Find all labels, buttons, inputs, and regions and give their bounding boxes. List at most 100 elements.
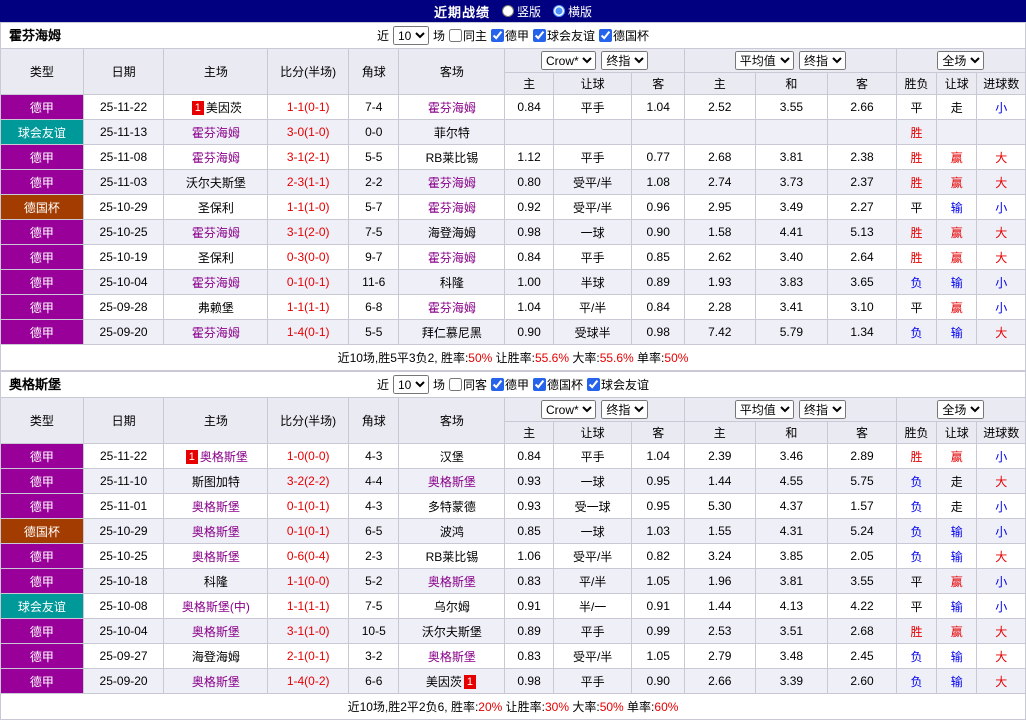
team-link: 霍芬海姆 xyxy=(427,300,476,315)
result-handicap: 赢 xyxy=(936,568,978,594)
league-checkbox[interactable] xyxy=(533,29,547,42)
odds-home: 1.00 xyxy=(504,269,554,295)
result-handicap: 赢 xyxy=(936,618,978,644)
league-filter[interactable]: 德甲 xyxy=(491,376,529,393)
match-score: 1-1(0-1) xyxy=(267,94,350,120)
league-checkbox[interactable] xyxy=(587,378,601,391)
match-row: 德甲 25-10-25 奥格斯堡 0-6(0-4) 2-3 RB莱比锡 1.06 受平/半 0.… xyxy=(0,543,1026,569)
match-count-select[interactable]: 10 xyxy=(392,26,429,45)
odds-stage-select[interactable]: 终指 xyxy=(601,51,649,70)
home-team: 科隆 xyxy=(163,568,269,594)
result-handicap: 输 xyxy=(936,543,978,569)
odds-home: 0.89 xyxy=(504,618,554,644)
avg-draw xyxy=(754,119,829,145)
team-header-row: 奥格斯堡 近 10 场 同客 德甲 德国杯 球会友谊 xyxy=(0,371,1026,397)
team-link: 奥格斯堡 xyxy=(191,499,240,514)
same-venue-filter[interactable]: 同主 xyxy=(448,27,487,44)
same-venue-filter[interactable]: 同客 xyxy=(448,376,487,393)
odds-home: 0.84 xyxy=(504,244,554,270)
league-checkbox[interactable] xyxy=(491,29,504,42)
odds-handicap: 受平/半 xyxy=(552,194,633,220)
league-filter[interactable]: 球会友谊 xyxy=(587,376,649,393)
league-filter[interactable]: 德国杯 xyxy=(599,27,649,44)
league-checkbox[interactable] xyxy=(599,29,613,42)
horizontal-layout-radio[interactable] xyxy=(553,5,565,17)
col-odds-handicap: 让球 xyxy=(552,72,633,95)
league-filter[interactable]: 德甲 xyxy=(491,27,529,44)
avg-home: 3.24 xyxy=(683,543,756,569)
corner-score: 9-7 xyxy=(348,244,400,270)
col-avg-home: 主 xyxy=(683,72,756,95)
layout-option-horizontal[interactable]: 横版 xyxy=(553,3,592,20)
match-row: 德国杯 25-10-29 奥格斯堡 0-1(0-1) 6-5 波鸿 0.85 一球 1.03 1.… xyxy=(0,518,1026,544)
summary-stat-label: 大率: xyxy=(572,700,600,714)
avg-away: 2.60 xyxy=(827,668,897,694)
col-avg-home: 主 xyxy=(683,421,756,444)
league-checkbox[interactable] xyxy=(491,378,504,391)
match-row: 德甲 25-11-01 奥格斯堡 0-1(0-1) 4-3 多特蒙德 0.93 受一球 0.95… xyxy=(0,493,1026,519)
result-goals: 小 xyxy=(976,443,1026,469)
home-team: 霍芬海姆 xyxy=(163,144,269,170)
result-handicap: 输 xyxy=(936,518,978,544)
result-goals: 大 xyxy=(976,169,1026,195)
odds-away: 0.95 xyxy=(631,468,685,494)
summary-stat-value: 50% xyxy=(599,700,628,714)
odds-home: 0.85 xyxy=(504,518,554,544)
avg-stage-select[interactable]: 终指 xyxy=(799,51,847,70)
league-filter[interactable]: 德国杯 xyxy=(533,376,583,393)
same-venue-checkbox[interactable] xyxy=(448,29,462,42)
avg-home: 2.79 xyxy=(683,643,756,669)
team-link: 拜仁慕尼黑 xyxy=(421,325,482,340)
odds-away: 0.82 xyxy=(631,543,685,569)
col-result-wl: 胜负 xyxy=(895,421,938,444)
away-team: 霍芬海姆 xyxy=(398,294,506,320)
summary-record: 近10场,胜2平2负6, xyxy=(347,700,451,714)
match-score: 1-1(1-1) xyxy=(267,593,350,619)
away-team: 奥格斯堡 xyxy=(398,643,506,669)
avg-source-select[interactable]: 平均值 xyxy=(734,400,794,419)
result-handicap: 输 xyxy=(936,668,978,694)
team-link: 美因茨 xyxy=(205,100,242,115)
col-result-goals: 进球数 xyxy=(976,72,1026,95)
sections-root: 霍芬海姆 近 10 场 同主 德甲 球会友谊 德国杯 类型 日期 主场 比分(半… xyxy=(0,22,1026,720)
league-filter[interactable]: 球会友谊 xyxy=(533,27,595,44)
col-avg-draw: 和 xyxy=(754,421,829,444)
avg-away: 5.24 xyxy=(827,518,897,544)
bookmaker-select[interactable]: Crow* xyxy=(541,51,596,70)
vertical-layout-radio[interactable] xyxy=(501,5,514,17)
league-type: 德甲 xyxy=(0,319,84,345)
result-goals: 小 xyxy=(976,194,1026,220)
odds-handicap: 一球 xyxy=(552,468,633,494)
same-venue-checkbox[interactable] xyxy=(448,378,462,391)
league-checkbox[interactable] xyxy=(533,378,547,391)
odds-handicap: 平/半 xyxy=(552,294,633,320)
corner-score: 7-5 xyxy=(348,219,400,245)
match-score: 1-1(1-0) xyxy=(267,194,350,220)
avg-stage-select[interactable]: 终指 xyxy=(799,400,847,419)
avg-away: 2.66 xyxy=(827,94,897,120)
league-filter-label: 德国杯 xyxy=(613,29,650,43)
match-score: 0-1(0-1) xyxy=(267,493,350,519)
avg-source-select[interactable]: 平均值 xyxy=(734,51,794,70)
match-row: 球会友谊 25-10-08 奥格斯堡(中) 1-1(1-1) 7-5 乌尔姆 0.91 半/一… xyxy=(0,593,1026,619)
odds-home xyxy=(504,119,554,145)
result-scope-select[interactable]: 全场 xyxy=(937,51,985,70)
odds-home: 0.83 xyxy=(504,643,554,669)
result-goals: 小 xyxy=(976,568,1026,594)
corner-score: 5-5 xyxy=(348,144,400,170)
summary-stat-label: 胜率: xyxy=(440,351,469,365)
bookmaker-select[interactable]: Crow* xyxy=(541,400,596,419)
col-score: 比分(半场) xyxy=(267,48,350,95)
result-handicap: 输 xyxy=(936,319,978,345)
result-scope-select[interactable]: 全场 xyxy=(937,400,985,419)
layout-option-vertical[interactable]: 竖版 xyxy=(501,3,541,20)
match-count-select[interactable]: 10 xyxy=(392,375,429,394)
odds-handicap: 受平/半 xyxy=(552,643,633,669)
odds-handicap: 一球 xyxy=(552,518,633,544)
odds-stage-select[interactable]: 终指 xyxy=(601,400,649,419)
team-link: 奥格斯堡 xyxy=(191,549,240,564)
same-venue-label: 同主 xyxy=(462,29,487,43)
odds-home: 0.92 xyxy=(504,194,554,220)
col-result-goals: 进球数 xyxy=(976,421,1026,444)
avg-away: 4.22 xyxy=(827,593,897,619)
